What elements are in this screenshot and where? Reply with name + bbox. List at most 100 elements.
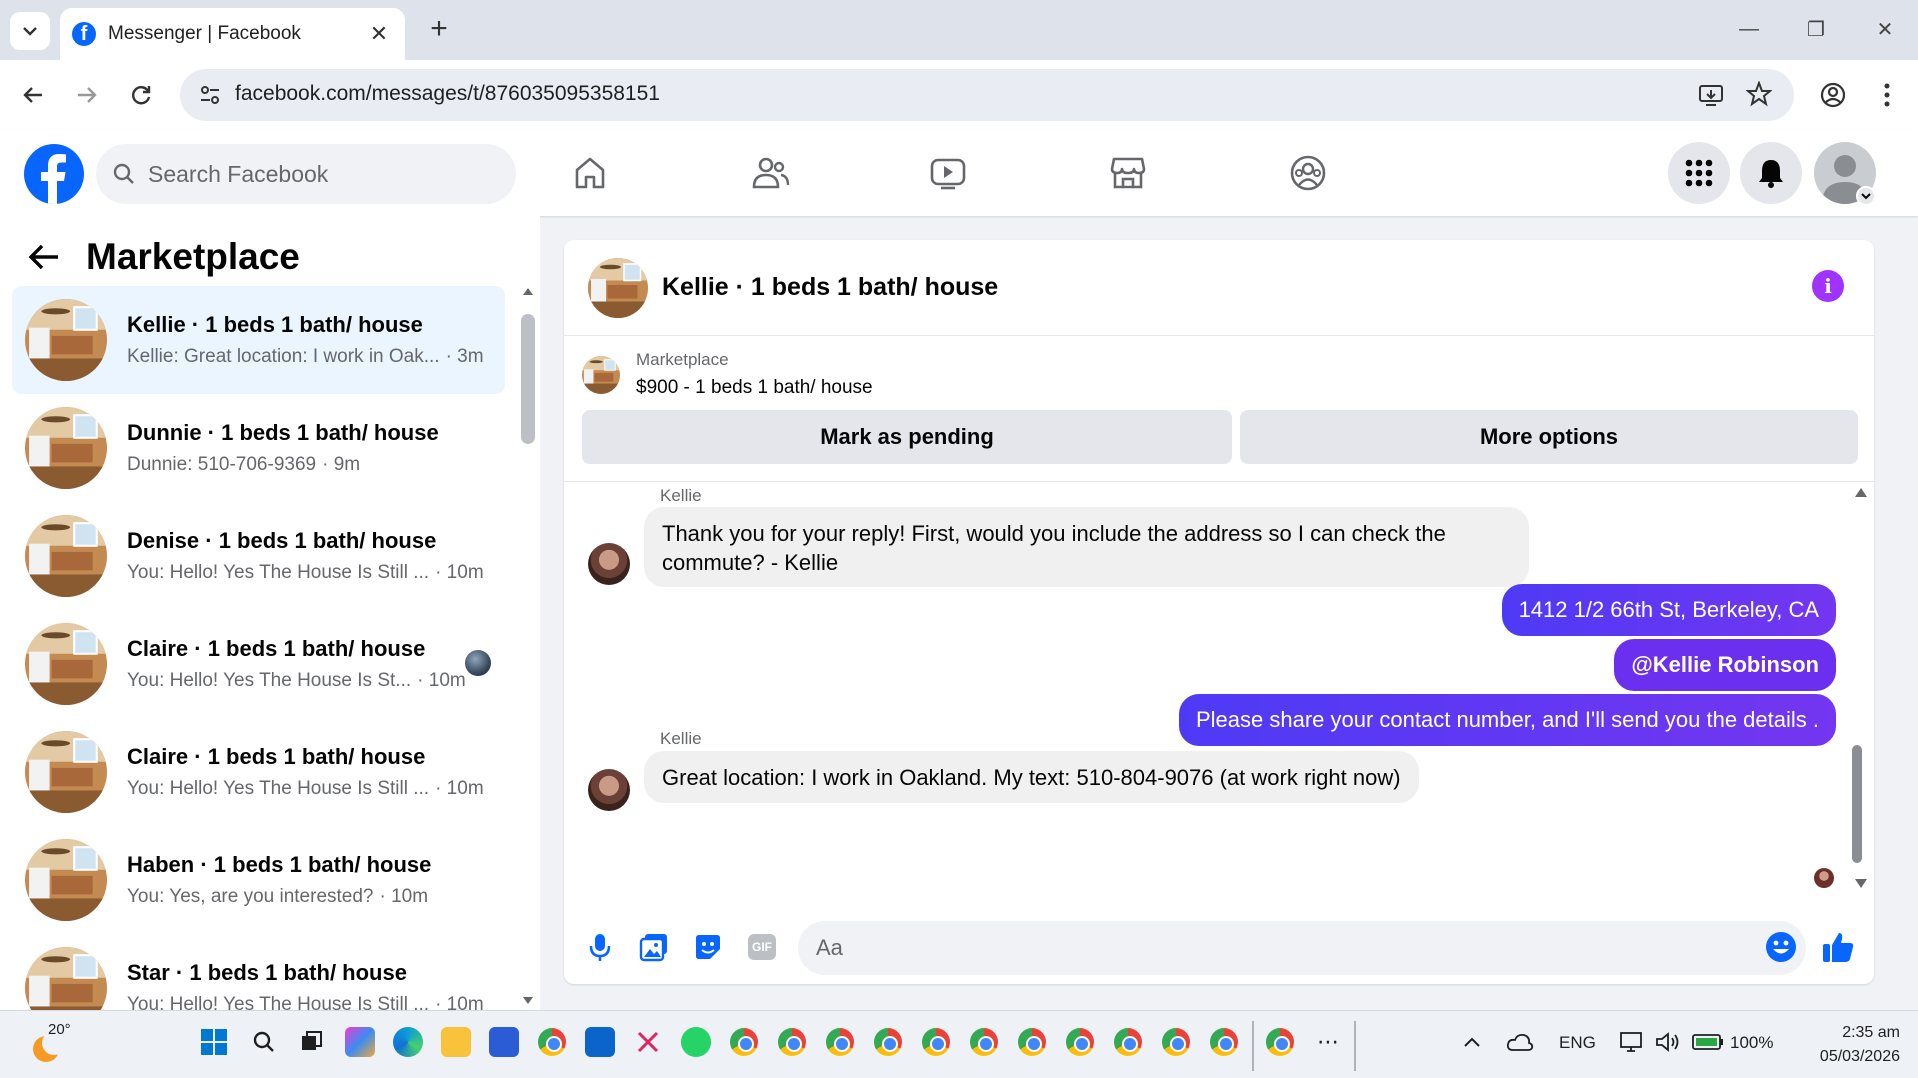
onedrive-cloud-icon[interactable] bbox=[1505, 1027, 1535, 1057]
conversation-item[interactable]: Claire · 1 beds 1 bath/ house You: Hello!… bbox=[12, 718, 505, 826]
chrome-window-icon[interactable] bbox=[1017, 1027, 1047, 1057]
conversation-item[interactable]: Star · 1 beds 1 bath/ house You: Hello! Y… bbox=[12, 934, 505, 1010]
friends-icon[interactable] bbox=[740, 148, 800, 198]
volume-icon[interactable] bbox=[1653, 1027, 1683, 1057]
back-icon[interactable] bbox=[12, 74, 54, 116]
chrome-window-icon[interactable] bbox=[1161, 1027, 1191, 1057]
listing-avatar[interactable] bbox=[25, 515, 107, 597]
photo-attach-icon[interactable] bbox=[636, 929, 672, 965]
gif-icon[interactable]: GIF bbox=[744, 929, 780, 965]
mark-as-pending-button[interactable]: Mark as pending bbox=[582, 410, 1232, 464]
file-explorer-icon[interactable] bbox=[441, 1027, 471, 1057]
conversation-item[interactable]: Denise · 1 beds 1 bath/ house You: Hello!… bbox=[12, 502, 505, 610]
browser-menu-icon[interactable] bbox=[1866, 74, 1908, 116]
conversation-item[interactable]: Haben · 1 beds 1 bath/ house You: Yes, ar… bbox=[12, 826, 505, 934]
chrome-window-icon[interactable] bbox=[969, 1027, 999, 1057]
conversation-item[interactable]: Kellie · 1 beds 1 bath/ house Kellie: Gre… bbox=[12, 286, 505, 394]
microphone-icon[interactable] bbox=[582, 929, 618, 965]
chrome-window-icon[interactable] bbox=[873, 1027, 903, 1057]
chat-scroll-up-icon[interactable] bbox=[1854, 486, 1868, 498]
incoming-message[interactable]: Thank you for your reply! First, would y… bbox=[644, 507, 1529, 587]
conversation-item[interactable]: Claire · 1 beds 1 bath/ house You: Hello!… bbox=[12, 610, 505, 718]
chrome-window-icon[interactable] bbox=[729, 1027, 759, 1057]
bookmark-star-icon[interactable] bbox=[1746, 81, 1772, 107]
start-windows-icon[interactable] bbox=[199, 1027, 229, 1057]
chrome-window-icon[interactable] bbox=[1065, 1027, 1095, 1057]
language-indicator[interactable]: ENG bbox=[1559, 1033, 1596, 1053]
like-thumbs-up-icon[interactable] bbox=[1820, 929, 1856, 965]
chrome-window-icon[interactable] bbox=[1113, 1027, 1143, 1057]
conversation-name: Haben · 1 beds 1 bath/ house bbox=[127, 852, 432, 877]
taskbar-overflow-icon[interactable]: ⋯ bbox=[1313, 1027, 1343, 1057]
groups-icon[interactable] bbox=[1278, 148, 1338, 198]
battery-icon[interactable] bbox=[1691, 1027, 1725, 1057]
outlook-icon[interactable] bbox=[585, 1027, 615, 1057]
marketplace-icon[interactable] bbox=[1098, 148, 1158, 198]
account-chevron-icon[interactable] bbox=[1856, 186, 1876, 206]
edge-icon[interactable] bbox=[393, 1027, 423, 1057]
outgoing-message-mention[interactable]: @Kellie Robinson bbox=[1614, 639, 1836, 691]
site-settings-icon[interactable] bbox=[198, 83, 222, 107]
listing-avatar[interactable] bbox=[25, 839, 107, 921]
new-tab-button[interactable]: + bbox=[424, 12, 454, 45]
conversation-snippet: Dunnie: 510-706-9369 bbox=[127, 454, 317, 475]
listing-avatar[interactable] bbox=[25, 731, 107, 813]
message-line: commute? - Kellie bbox=[662, 550, 839, 575]
chat-title[interactable]: Kellie · 1 beds 1 bath/ house bbox=[662, 273, 998, 302]
home-icon[interactable] bbox=[560, 148, 620, 198]
listing-avatar[interactable] bbox=[25, 947, 107, 1010]
sticker-icon[interactable] bbox=[690, 929, 726, 965]
kellie-avatar[interactable] bbox=[588, 769, 630, 811]
restore-icon[interactable]: ❐ bbox=[1801, 14, 1831, 44]
more-options-button[interactable]: More options bbox=[1240, 410, 1858, 464]
forward-icon[interactable] bbox=[66, 74, 108, 116]
chrome-window-icon[interactable] bbox=[777, 1027, 807, 1057]
sidebar-scroll-thumb[interactable] bbox=[521, 314, 535, 444]
taskbar-search-icon[interactable] bbox=[249, 1027, 279, 1057]
minimize-icon[interactable]: — bbox=[1734, 14, 1764, 44]
search-input[interactable]: Search Facebook bbox=[96, 144, 516, 204]
tab-search-dropdown-button[interactable] bbox=[10, 12, 50, 50]
clock[interactable]: 2:35 am 05/03/2026 bbox=[1780, 1021, 1900, 1069]
reload-icon[interactable] bbox=[120, 74, 162, 116]
listing-price[interactable]: $900 - 1 beds 1 bath/ house bbox=[636, 377, 873, 399]
chrome-window-icon[interactable] bbox=[921, 1027, 951, 1057]
network-icon[interactable] bbox=[1617, 1027, 1647, 1057]
copilot-icon[interactable] bbox=[345, 1027, 375, 1057]
chrome-icon[interactable] bbox=[537, 1027, 567, 1057]
emoji-icon[interactable] bbox=[1763, 929, 1799, 965]
snipping-tool-icon[interactable] bbox=[633, 1027, 663, 1057]
message-input[interactable]: Aa bbox=[798, 921, 1806, 975]
menu-grid-icon[interactable] bbox=[1668, 142, 1730, 204]
listing-thumbnail[interactable] bbox=[582, 356, 620, 394]
address-bar[interactable]: facebook.com/messages/t/876035095358151 bbox=[180, 69, 1794, 121]
kellie-avatar[interactable] bbox=[588, 543, 630, 585]
store-icon[interactable] bbox=[489, 1027, 519, 1057]
chat-scroll-thumb[interactable] bbox=[1852, 745, 1862, 863]
profile-icon[interactable] bbox=[1812, 74, 1854, 116]
outgoing-message[interactable]: Please share your contact number, and I'… bbox=[1178, 694, 1836, 746]
back-arrow-icon[interactable] bbox=[28, 243, 60, 271]
task-view-icon[interactable] bbox=[296, 1027, 326, 1057]
listing-avatar[interactable] bbox=[25, 623, 107, 705]
video-icon[interactable] bbox=[918, 148, 978, 198]
incoming-message[interactable]: Great location: I work in Oakland. My te… bbox=[644, 751, 1419, 803]
install-app-icon[interactable] bbox=[1698, 82, 1724, 108]
listing-avatar[interactable] bbox=[25, 299, 107, 381]
window-close-icon[interactable]: ✕ bbox=[1870, 14, 1900, 44]
browser-tab-active[interactable]: f Messenger | Facebook ✕ bbox=[60, 8, 405, 60]
whatsapp-icon[interactable] bbox=[681, 1027, 711, 1057]
notifications-bell-icon[interactable] bbox=[1740, 142, 1802, 204]
chat-listing-avatar[interactable] bbox=[588, 257, 648, 318]
conversation-info-icon[interactable]: i bbox=[1812, 270, 1844, 302]
chrome-icon[interactable] bbox=[1265, 1027, 1295, 1057]
outgoing-message[interactable]: 1412 1/2 66th St, Berkeley, CA bbox=[1501, 584, 1836, 636]
chat-scroll-down-icon[interactable] bbox=[1854, 878, 1868, 890]
chrome-window-icon[interactable] bbox=[1209, 1027, 1239, 1057]
listing-avatar[interactable] bbox=[25, 407, 107, 489]
chrome-window-icon[interactable] bbox=[825, 1027, 855, 1057]
conversation-item[interactable]: Dunnie · 1 beds 1 bath/ house Dunnie: 510… bbox=[12, 394, 505, 502]
show-hidden-icons-chevron[interactable] bbox=[1457, 1027, 1487, 1057]
facebook-logo-icon[interactable] bbox=[24, 144, 84, 204]
tab-close-icon[interactable]: ✕ bbox=[365, 20, 393, 48]
